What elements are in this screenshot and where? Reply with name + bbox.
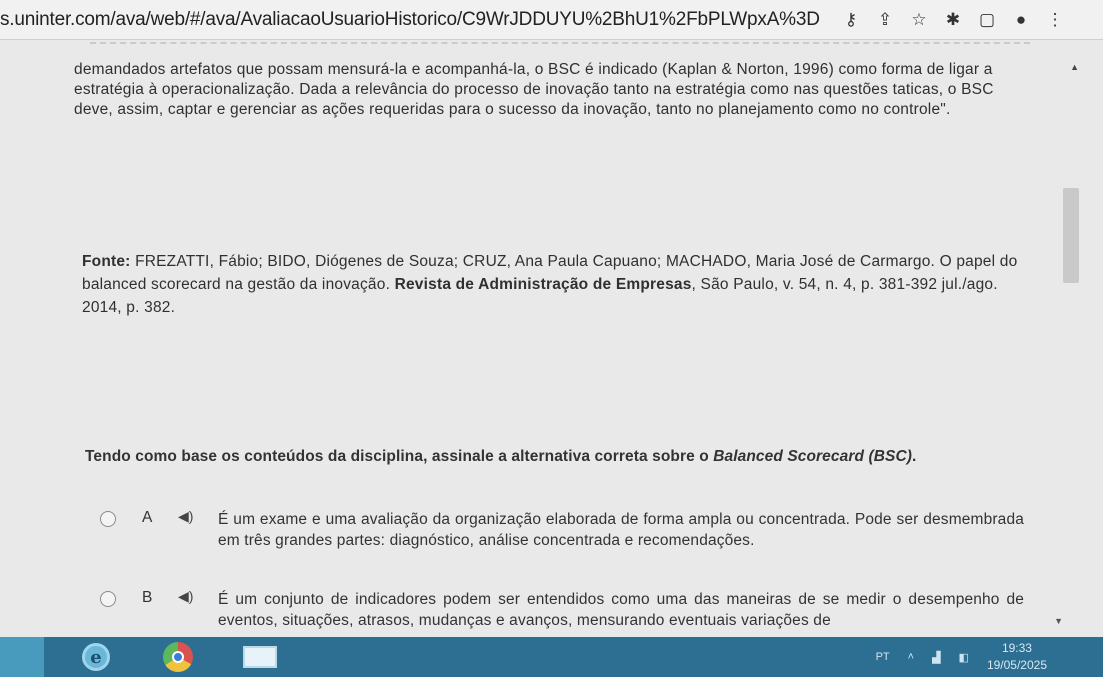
share-icon[interactable]: ⇪ [868, 3, 902, 37]
cut-off-text-line [90, 42, 1030, 48]
option-a-radio[interactable] [100, 511, 116, 527]
option-b-radio[interactable] [100, 591, 116, 607]
toolbar-icons: ⚷ ⇪ ☆ ✱ ▢ ● ⋮ [834, 3, 1072, 37]
chrome-icon [163, 642, 193, 672]
tray-expand-icon[interactable]: ˄ [908, 651, 914, 663]
question-prefix: Tendo como base os conteúdos da discipli… [85, 448, 714, 465]
clock[interactable]: 19:33 19/05/2025 [987, 640, 1047, 674]
speaker-icon[interactable]: ◀) [178, 508, 193, 525]
file-explorer-icon [243, 646, 277, 668]
internet-explorer-icon: e [82, 643, 110, 671]
scroll-up-arrow-icon[interactable]: ▲ [1070, 62, 1079, 72]
option-a[interactable]: A ◀) É um exame e uma avaliação da organ… [100, 507, 1030, 567]
browser-toolbar: s.uninter.com/ava/web/#/ava/AvaliacaoUsu… [0, 0, 1103, 40]
option-b[interactable]: B ◀) É um conjunto de indicadores podem … [100, 587, 1030, 637]
profile-icon[interactable]: ● [1004, 3, 1038, 37]
address-bar[interactable]: s.uninter.com/ava/web/#/ava/AvaliacaoUsu… [0, 9, 820, 31]
language-indicator[interactable]: PT [876, 651, 890, 663]
clock-time: 19:33 [1001, 641, 1032, 655]
volume-icon[interactable]: ◧ [959, 651, 969, 664]
context-paragraph: demandados artefatos que possam mensurá-… [74, 61, 994, 118]
scrollbar-thumb[interactable] [1063, 188, 1079, 283]
option-a-text: É um exame e uma avaliação da organizaçã… [218, 511, 1024, 549]
menu-icon[interactable]: ⋮ [1038, 3, 1072, 37]
extensions-icon[interactable]: ✱ [936, 3, 970, 37]
key-icon[interactable]: ⚷ [834, 3, 868, 37]
star-icon[interactable]: ☆ [902, 3, 936, 37]
clock-date: 19/05/2025 [986, 658, 1047, 672]
question-term: Balanced Scorecard (BSC) [713, 448, 913, 465]
taskbar-chrome[interactable] [148, 637, 208, 677]
start-button[interactable] [0, 637, 44, 677]
scroll-down-arrow-icon[interactable]: ▼ [1054, 616, 1063, 626]
question-suffix: . [912, 448, 917, 465]
source-journal: Revista de Administração de Empresas [394, 276, 692, 293]
speaker-icon[interactable]: ◀) [178, 588, 193, 605]
taskbar-file-explorer[interactable] [230, 637, 290, 677]
question-statement: Tendo como base os conteúdos da discipli… [85, 448, 1045, 466]
question-page: demandados artefatos que possam mensurá-… [0, 40, 1103, 637]
sidebar-icon[interactable]: ▢ [970, 3, 1004, 37]
option-b-text: É um conjunto de indicadores podem ser e… [218, 591, 1024, 629]
taskbar-internet-explorer[interactable]: e [66, 637, 126, 677]
source-label: Fonte: [82, 253, 131, 270]
option-b-letter: B [142, 589, 153, 606]
network-icon[interactable]: ▟ [932, 651, 940, 664]
taskbar: e PT ˄ ▟ ◧ 19:33 19/05/2025 [0, 637, 1103, 677]
system-tray: PT ˄ ▟ ◧ 19:33 19/05/2025 [876, 637, 1047, 677]
option-a-letter: A [142, 509, 153, 526]
source-reference: Fonte: FREZATTI, Fábio; BIDO, Diógenes d… [82, 250, 1042, 319]
